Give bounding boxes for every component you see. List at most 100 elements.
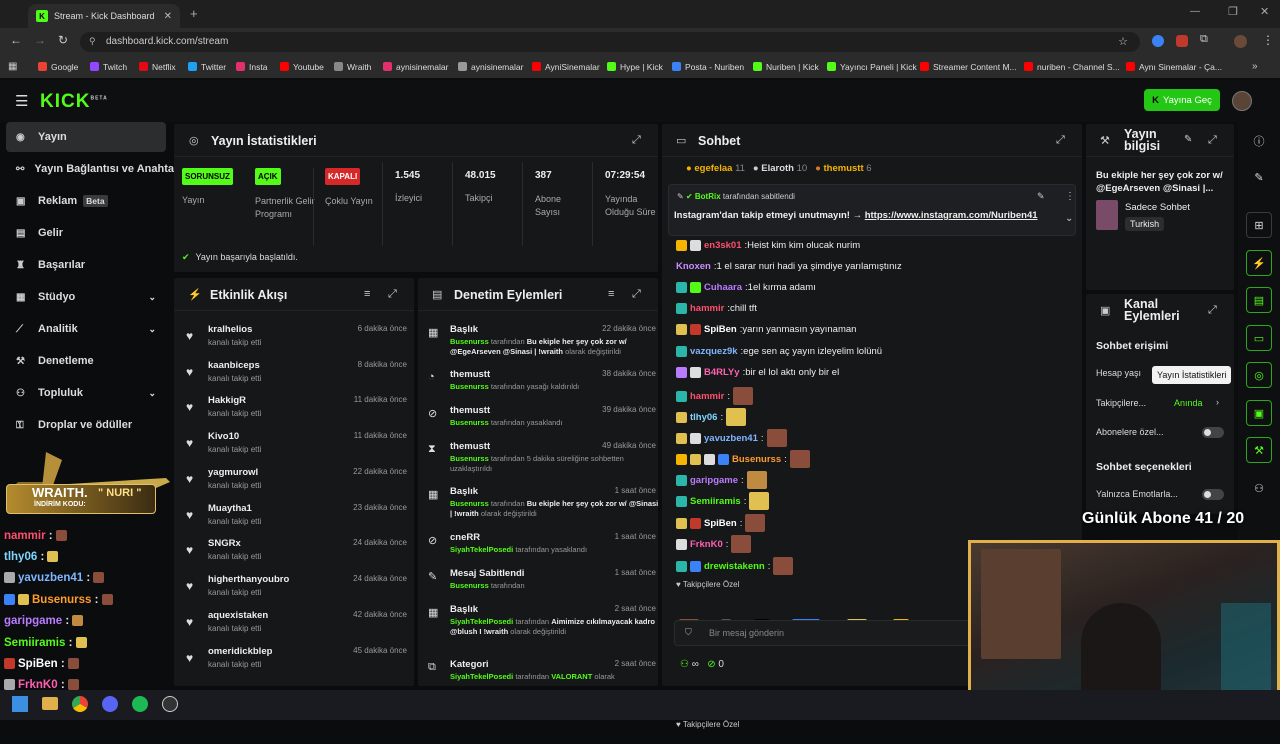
heart-icon: ♥	[186, 615, 194, 629]
sidebar-item-community[interactable]: ⚇ Topluluk ⌄	[6, 378, 166, 408]
bookmark[interactable]: Nuriben | Kick	[753, 62, 819, 72]
bookmark[interactable]: Posta - Nuriben	[672, 62, 744, 72]
activity-feed-panel: ⚡ Etkinlik Akışı ≡ ⤢ ♥ kralhelios kanalı t…	[174, 278, 414, 686]
pinned-link[interactable]: https://www.instagram.com/Nuriben41	[865, 210, 1038, 221]
bookmark-star-icon[interactable]: ☆	[1118, 35, 1128, 48]
new-tab-icon[interactable]: +	[190, 6, 198, 21]
stats-icon[interactable]: ◎	[1246, 362, 1272, 388]
chevron-down-icon[interactable]: ⌄	[1065, 213, 1073, 224]
bookmark[interactable]: Hype | Kick	[607, 62, 663, 72]
bookmark[interactable]: aynisinemalar	[383, 62, 448, 72]
chrome-icon[interactable]	[72, 696, 88, 712]
channel-icon[interactable]: ▣	[1246, 400, 1272, 426]
extensions-puzzle-icon[interactable]: ⧉	[1200, 33, 1208, 46]
followers-only-label[interactable]: Takipçilere...	[1096, 398, 1146, 408]
browser-tab[interactable]: K Stream - Kick Dashboard ✕	[28, 4, 180, 28]
expand-icon[interactable]: ⤢	[1056, 134, 1065, 147]
reload-icon[interactable]: ↻	[58, 33, 68, 47]
activity-item: ♥ SNGRx kanalı takip etti 24 dakika önce	[186, 538, 407, 561]
expand-icon[interactable]: ⤢	[388, 288, 397, 301]
bookmark[interactable]: Youtube	[280, 62, 324, 72]
heart-icon: ♥	[186, 508, 194, 522]
emote-only-toggle[interactable]	[1202, 489, 1224, 500]
edit-icon[interactable]: ✎	[1184, 134, 1192, 145]
sidebar-item-stream[interactable]: ◉ Yayın	[6, 122, 166, 152]
extension-icon[interactable]	[1176, 35, 1188, 47]
bookmark[interactable]: Insta	[236, 62, 267, 72]
kick-favicon-icon: K	[36, 10, 48, 22]
spotify-icon[interactable]	[132, 696, 148, 712]
minimize-icon[interactable]: —	[1190, 6, 1200, 17]
bookmark[interactable]: Wraith	[334, 62, 371, 72]
file-explorer-icon[interactable]	[42, 697, 58, 710]
url-input[interactable]: ⚲ dashboard.kick.com/stream ☆	[80, 32, 1140, 52]
obs-icon[interactable]	[162, 696, 178, 712]
list-icon[interactable]: ▤	[1246, 287, 1272, 313]
info-icon[interactable]: ⓘ	[1246, 128, 1272, 154]
followers-only-value[interactable]: Anında	[1174, 398, 1203, 408]
add-icon[interactable]: ⊞	[1246, 212, 1272, 238]
moderation-item: ▦ Başlık 1 saat önce Busenurss tarafından B…	[428, 486, 658, 518]
more-options-icon[interactable]: ⋮	[1065, 191, 1075, 202]
filter-icon[interactable]: ≡	[364, 288, 370, 300]
heart-icon: ♥	[186, 436, 194, 450]
bookmark[interactable]: nuriben - Channel S...	[1024, 62, 1120, 72]
community-icon[interactable]: ⚇	[1246, 475, 1272, 501]
expand-icon[interactable]: ⤢	[632, 134, 641, 147]
forward-icon[interactable]: →	[34, 33, 46, 47]
extension-icon[interactable]	[1152, 35, 1164, 47]
bookmark[interactable]: Netflix	[139, 62, 176, 72]
chevron-right-icon[interactable]: ›	[1216, 397, 1219, 407]
kick-logo[interactable]: KICKBETA	[40, 91, 108, 113]
bookmark[interactable]: Twitch	[90, 62, 127, 72]
discord-icon[interactable]	[102, 696, 118, 712]
maximize-icon[interactable]: ❐	[1228, 5, 1238, 18]
rank-icon: ●	[815, 163, 821, 174]
sidebar-item-moderation[interactable]: ⚒ Denetleme	[6, 346, 166, 376]
user-avatar[interactable]	[1232, 91, 1252, 111]
sidebar-item-achievements[interactable]: ♜ Başarılar	[6, 250, 166, 280]
unpin-icon[interactable]: ✎	[1037, 191, 1045, 202]
bookmark[interactable]: AyniSinemalar	[532, 62, 600, 72]
more-bookmarks-icon[interactable]: »	[1252, 61, 1258, 72]
sidebar-item-drops[interactable]: ⚿ Droplar ve ödüller	[6, 410, 166, 440]
bolt-icon[interactable]: ⚡	[1246, 250, 1272, 276]
users-icon[interactable]: ⚇	[680, 659, 689, 670]
sidebar-item-stream-key[interactable]: ⚯ Yayın Bağlantısı ve Anahtar	[6, 154, 176, 184]
wrench-icon[interactable]: ⚒	[1246, 437, 1272, 463]
close-tab-icon[interactable]: ✕	[164, 11, 172, 22]
expand-icon[interactable]: ⤢	[1208, 134, 1217, 147]
chat-icon[interactable]: ▭	[1246, 325, 1272, 351]
bookmark[interactable]: Twitter	[188, 62, 226, 72]
bookmark[interactable]: aynisinemalar	[458, 62, 523, 72]
sidebar-item-analytics[interactable]: ⟋ Analitik ⌄	[6, 314, 166, 344]
sidebar-item-ads[interactable]: ▣ Reklam Beta	[6, 186, 166, 216]
activity-item: ♥ aquexistaken kanalı takip etti 42 dakika …	[186, 610, 407, 633]
profile-avatar[interactable]	[1234, 35, 1247, 48]
sidebar-item-revenue[interactable]: ▤ Gelir	[6, 218, 166, 248]
pinned-message[interactable]: ✎ ✔ BotRix tarafından sabitlendi Instagr…	[668, 184, 1076, 236]
subscribers-only-toggle[interactable]	[1202, 427, 1224, 438]
filter-icon[interactable]: ≡	[608, 288, 614, 300]
hamburger-menu-icon[interactable]: ☰	[15, 92, 28, 110]
menu-kebab-icon[interactable]: ⋮	[1262, 33, 1274, 47]
account-age-label[interactable]: Hesap yaşı	[1096, 368, 1141, 378]
bookmark[interactable]: Yayıncı Paneli | Kick	[827, 62, 917, 72]
heart-icon: ♥	[186, 400, 194, 414]
bookmark[interactable]: Google	[38, 62, 78, 72]
windows-start-icon[interactable]	[12, 696, 28, 712]
edit-icon[interactable]: ✎	[1246, 164, 1272, 190]
site-info-icon[interactable]: ⚲	[89, 36, 96, 47]
sidebar-item-studio[interactable]: ▦ Stüdyo ⌄	[6, 282, 166, 312]
close-window-icon[interactable]: ✕	[1260, 5, 1269, 18]
bookmark[interactable]: Aynı Sinemalar - Ça...	[1126, 62, 1222, 72]
bookmark[interactable]: Streamer Content M...	[920, 62, 1017, 72]
apps-grid-icon[interactable]: ▦	[8, 61, 17, 72]
expand-icon[interactable]: ⤢	[632, 288, 641, 301]
chat-message: Semiiramis:	[676, 491, 770, 511]
go-live-button[interactable]: K Yayına Geç	[1144, 89, 1220, 111]
ban-icon[interactable]: ⊘	[707, 659, 715, 670]
expand-icon[interactable]: ⤢	[1208, 304, 1217, 317]
emote-row	[676, 724, 976, 744]
back-icon[interactable]: ←	[10, 33, 22, 47]
